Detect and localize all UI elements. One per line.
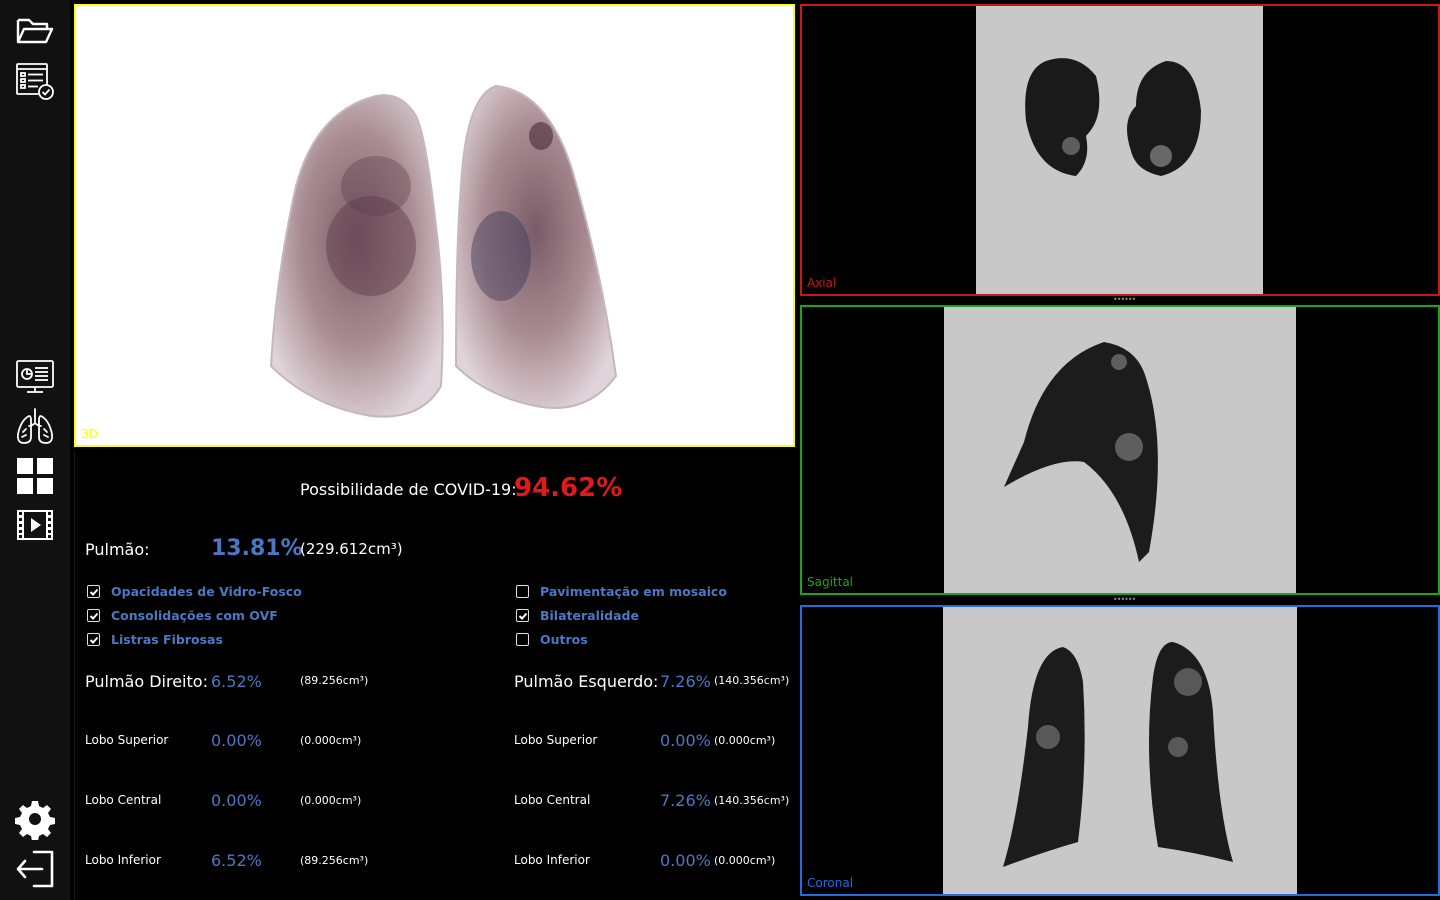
right-lobe-central-percentage: 0.00% <box>211 791 262 810</box>
viewport-sagittal[interactable]: Sagittal <box>800 305 1440 595</box>
viewport-coronal[interactable]: Coronal <box>800 605 1440 896</box>
finding-label: Outros <box>540 632 588 647</box>
checklist-report-button[interactable] <box>13 59 57 103</box>
finding-label: Pavimentação em mosaico <box>540 584 727 599</box>
video-button[interactable] <box>13 503 57 547</box>
left-lobe-inferior-percentage: 0.00% <box>660 851 711 870</box>
settings-button[interactable] <box>13 797 57 841</box>
viewport-3d-label: 3D <box>81 427 98 441</box>
left-lobe-central-label: Lobo Central <box>514 793 591 807</box>
finding-label: Opacidades de Vidro-Fosco <box>111 584 302 599</box>
viewport-3d[interactable]: 3D <box>74 4 795 447</box>
finding-label: Consolidações com OVF <box>111 608 278 623</box>
right-lobe-superior-label: Lobo Superior <box>85 733 169 747</box>
left-lung-label: Pulmão Esquerdo: <box>514 672 659 691</box>
finding-checkbox-crazy-paving[interactable]: Pavimentação em mosaico <box>516 584 727 599</box>
left-lobe-inferior-label: Lobo Inferior <box>514 853 590 867</box>
viewport-axial-label: Axial <box>807 276 837 290</box>
finding-checkbox-others[interactable]: Outros <box>516 632 588 647</box>
lung-total-label: Pulmão: <box>85 540 150 559</box>
right-lobe-superior-volume: (0.000cm³) <box>300 734 362 747</box>
covid-probability-value: 94.62% <box>514 473 623 503</box>
axial-slice-image <box>976 6 1263 294</box>
coronal-slice-image <box>943 607 1297 894</box>
checkbox-checked[interactable] <box>87 633 100 646</box>
right-lobe-inferior-label: Lobo Inferior <box>85 853 161 867</box>
left-lung-volume: (140.356cm³) <box>714 674 790 687</box>
sidebar <box>0 0 70 900</box>
sagittal-slice-image <box>944 307 1296 593</box>
left-lobe-inferior-volume: (0.000cm³) <box>714 854 776 867</box>
lung-total-percentage: 13.81% <box>211 536 303 561</box>
right-lung-percentage: 6.52% <box>211 672 262 691</box>
left-lobe-superior-volume: (0.000cm³) <box>714 734 776 747</box>
covid-probability-label: Possibilidade de COVID-19: <box>300 480 517 499</box>
finding-checkbox-consolidation[interactable]: Consolidações com OVF <box>87 608 278 623</box>
right-lobe-inferior-percentage: 6.52% <box>211 851 262 870</box>
finding-checkbox-ground-glass[interactable]: Opacidades de Vidro-Fosco <box>87 584 302 599</box>
grid-icon <box>17 458 53 494</box>
checkbox-checked[interactable] <box>87 585 100 598</box>
right-lobe-inferior-volume: (89.256cm³) <box>300 854 369 867</box>
viewport-coronal-label: Coronal <box>807 876 854 890</box>
left-lobe-superior-label: Lobo Superior <box>514 733 598 747</box>
finding-checkbox-fibrous-stripes[interactable]: Listras Fibrosas <box>87 632 223 647</box>
finding-label: Bilateralidade <box>540 608 639 623</box>
checklist-icon <box>16 63 54 100</box>
finding-checkbox-bilaterality[interactable]: Bilateralidade <box>516 608 639 623</box>
lung-total-volume: (229.612cm³) <box>300 540 403 558</box>
monitor-report-icon <box>16 360 54 393</box>
right-lobe-central-volume: (0.000cm³) <box>300 794 362 807</box>
logout-icon <box>16 850 54 888</box>
viewport-axial[interactable]: Axial <box>800 4 1440 296</box>
right-lung-label: Pulmão Direito: <box>85 672 208 691</box>
left-lobe-superior-percentage: 0.00% <box>660 731 711 750</box>
right-lung-volume: (89.256cm³) <box>300 674 369 687</box>
checkbox-unchecked[interactable] <box>516 585 529 598</box>
right-lobe-superior-percentage: 0.00% <box>211 731 262 750</box>
viewport-sagittal-label: Sagittal <box>807 575 854 589</box>
splitter-sagittal-coronal[interactable]: •••••• <box>1113 596 1136 604</box>
folder-open-icon <box>16 18 54 44</box>
logout-button[interactable] <box>13 847 57 891</box>
right-lobe-central-label: Lobo Central <box>85 793 162 807</box>
left-lobe-central-volume: (140.356cm³) <box>714 794 790 807</box>
checkbox-checked[interactable] <box>87 609 100 622</box>
film-play-icon <box>17 510 53 540</box>
lungs-icon <box>16 408 54 444</box>
left-lobe-central-percentage: 7.26% <box>660 791 711 810</box>
checkbox-checked[interactable] <box>516 609 529 622</box>
open-folder-button[interactable] <box>13 9 57 53</box>
layout-grid-button[interactable] <box>13 454 57 498</box>
checkbox-unchecked[interactable] <box>516 633 529 646</box>
left-lung-percentage: 7.26% <box>660 672 711 691</box>
splitter-axial-sagittal[interactable]: •••••• <box>1113 296 1136 304</box>
results-panel: Possibilidade de COVID-19: 94.62% Pulmão… <box>74 451 795 900</box>
monitor-report-button[interactable] <box>13 354 57 398</box>
finding-label: Listras Fibrosas <box>111 632 223 647</box>
lung-3d-render <box>269 84 618 418</box>
lungs-button[interactable] <box>13 405 57 449</box>
gear-icon <box>15 801 55 840</box>
